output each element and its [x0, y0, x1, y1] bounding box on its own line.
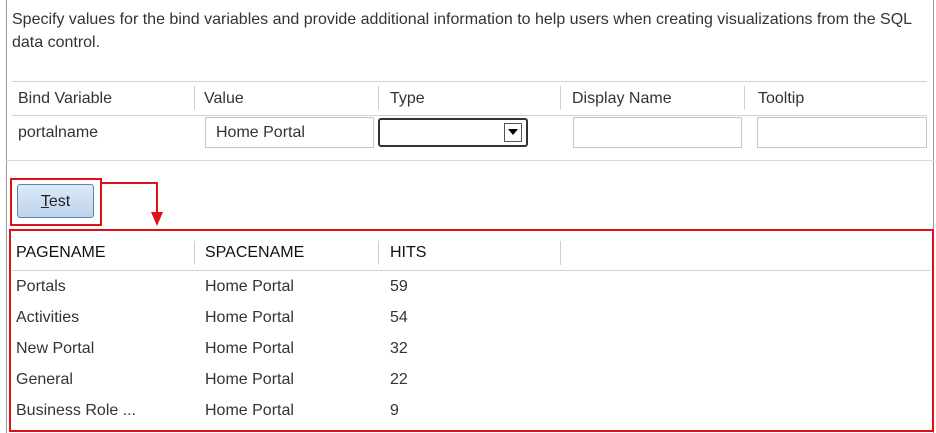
hits-cell: 22	[390, 371, 408, 388]
column-divider	[194, 86, 195, 110]
col-spacename: SPACENAME	[205, 244, 305, 261]
hits-cell: 59	[390, 278, 408, 295]
table-row[interactable]: Activities Home Portal 54	[12, 302, 930, 333]
column-divider	[560, 241, 561, 265]
col-display-name: Display Name	[572, 90, 672, 107]
col-pagename: PAGENAME	[16, 244, 106, 261]
col-value: Value	[204, 90, 244, 107]
pagename-cell: Portals	[16, 278, 66, 295]
type-select[interactable]	[378, 118, 528, 147]
spacename-cell: Home Portal	[205, 340, 294, 357]
column-divider	[744, 86, 745, 110]
table-row[interactable]: General Home Portal 22	[12, 364, 930, 395]
section-divider	[6, 160, 934, 161]
tooltip-input[interactable]	[757, 117, 927, 148]
spacename-cell: Home Portal	[205, 402, 294, 419]
dropdown-arrow-icon[interactable]	[504, 123, 522, 142]
hits-cell: 54	[390, 309, 408, 326]
col-type: Type	[390, 90, 425, 107]
table-row[interactable]: New Portal Home Portal 32	[12, 333, 930, 364]
hits-cell: 9	[390, 402, 399, 419]
col-tooltip: Tooltip	[758, 90, 805, 107]
red-arrow-icon	[102, 182, 163, 226]
pagename-cell: New Portal	[16, 340, 95, 357]
display-name-input[interactable]	[573, 117, 742, 148]
pagename-cell: General	[16, 371, 73, 388]
column-divider	[560, 86, 561, 110]
column-divider	[378, 241, 379, 265]
test-button-label: est	[48, 193, 71, 210]
spacename-cell: Home Portal	[205, 309, 294, 326]
test-button[interactable]: Test	[17, 184, 94, 218]
col-bind-variable: Bind Variable	[18, 90, 112, 107]
table-row[interactable]: Business Role ... Home Portal 9	[12, 395, 930, 426]
pagename-cell: Activities	[16, 309, 80, 326]
table-row[interactable]: Portals Home Portal 59	[12, 271, 930, 302]
test-button-mnemonic: T	[40, 193, 49, 210]
col-hits: HITS	[390, 244, 427, 261]
results-table-header: PAGENAME SPACENAME HITS	[12, 236, 930, 271]
hits-cell: 32	[390, 340, 408, 357]
instructions-text: Specify values for the bind variables an…	[12, 11, 912, 51]
column-divider	[378, 86, 379, 110]
value-input[interactable]	[205, 117, 374, 148]
spacename-cell: Home Portal	[205, 371, 294, 388]
column-divider	[194, 241, 195, 265]
bind-table-header: Bind Variable Value Type Display Name To…	[12, 81, 927, 116]
bind-variable-name: portalname	[18, 124, 99, 141]
spacename-cell: Home Portal	[205, 278, 294, 295]
pagename-cell: Business Role ...	[16, 402, 137, 419]
